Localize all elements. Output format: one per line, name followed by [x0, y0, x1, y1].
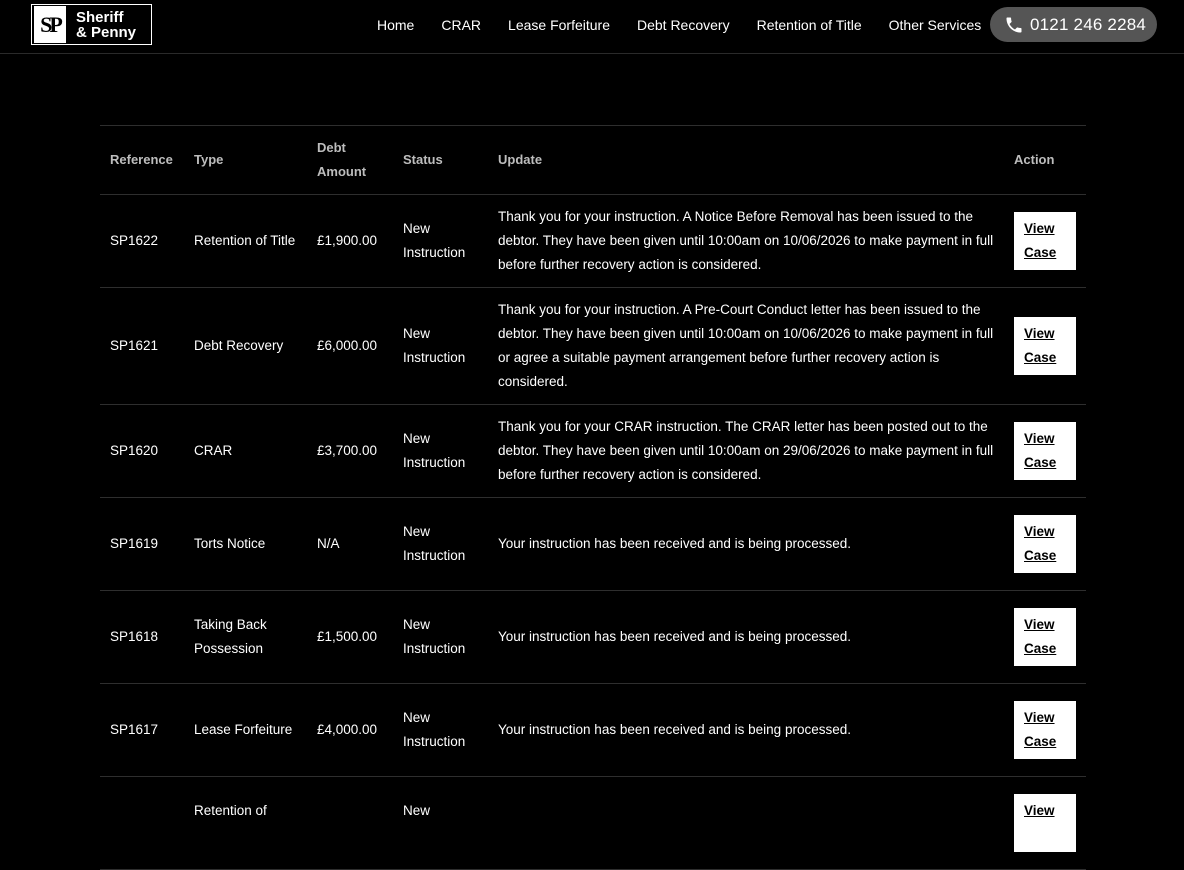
view-case-button[interactable]: View Case — [1014, 701, 1076, 759]
table-row: SP1618 Taking Back Possession £1,500.00 … — [100, 591, 1086, 684]
cell-reference — [100, 777, 184, 870]
nav-other-services[interactable]: Other Services — [889, 17, 982, 33]
logo-mark: SP — [34, 6, 66, 43]
cell-status: New Instruction — [403, 326, 466, 365]
view-case-button[interactable]: View Case — [1014, 515, 1076, 573]
table-row: SP1619 Torts Notice N/A New Instruction … — [100, 498, 1086, 591]
cell-amount: £1,500.00 — [317, 629, 378, 644]
view-case-button[interactable]: View Case — [1014, 317, 1076, 375]
cell-type: Torts Notice — [194, 536, 266, 551]
view-case-button[interactable]: View Case — [1014, 212, 1076, 270]
cell-amount: £1,900.00 — [317, 233, 378, 248]
table-row: SP1621 Debt Recovery £6,000.00 New Instr… — [100, 288, 1086, 405]
cell-status: New Instruction — [403, 431, 466, 470]
col-header-action: Action — [1014, 152, 1055, 167]
table-row: SP1622 Retention of Title £1,900.00 New … — [100, 195, 1086, 288]
cell-status: New Instruction — [403, 617, 466, 656]
table-row: SP1617 Lease Forfeiture £4,000.00 New In… — [100, 684, 1086, 777]
logo-line-1: Sheriff — [76, 8, 124, 26]
col-header-debt-amount: Debt Amount — [317, 140, 367, 179]
main-nav: Home CRAR Lease Forfeiture Debt Recovery… — [377, 0, 981, 50]
cell-type: CRAR — [194, 443, 233, 458]
phone-button[interactable]: 0121 246 2284 — [990, 7, 1157, 42]
cell-status: New — [403, 803, 431, 818]
cell-update: Your instruction has been received and i… — [498, 629, 851, 644]
table-row: Retention of New View — [100, 777, 1086, 870]
cell-status: New Instruction — [403, 221, 466, 260]
cell-status: New Instruction — [403, 710, 466, 749]
cell-amount: £3,700.00 — [317, 443, 378, 458]
cell-reference: SP1617 — [110, 722, 159, 737]
sheriff-penny-logo[interactable]: SP Sheriff & Penny — [31, 4, 152, 45]
cell-amount — [307, 777, 393, 870]
cell-reference: SP1622 — [110, 233, 159, 248]
view-case-button[interactable]: View Case — [1014, 608, 1076, 666]
col-header-update: Update — [498, 152, 543, 167]
cell-reference: SP1619 — [110, 536, 159, 551]
col-header-reference: Reference — [110, 152, 173, 167]
nav-debt-recovery[interactable]: Debt Recovery — [637, 17, 730, 33]
cell-status: New Instruction — [403, 524, 466, 563]
phone-icon — [1006, 17, 1022, 32]
cases-table-container: Reference Type Debt Amount Status Update… — [100, 125, 1086, 870]
nav-retention-of-title[interactable]: Retention of Title — [757, 17, 862, 33]
nav-home[interactable]: Home — [377, 17, 414, 33]
cell-amount: N/A — [317, 536, 340, 551]
phone-number: 0121 246 2284 — [1030, 14, 1147, 34]
table-header-row: Reference Type Debt Amount Status Update… — [100, 125, 1086, 195]
cell-update: Thank you for your instruction. A Pre-Co… — [498, 302, 994, 389]
cell-amount: £6,000.00 — [317, 338, 378, 353]
cell-type: Debt Recovery — [194, 338, 284, 353]
top-navbar: SP Sheriff & Penny Home CRAR Lease Forfe… — [0, 0, 1184, 54]
cell-reference: SP1621 — [110, 338, 159, 353]
col-header-status: Status — [403, 152, 443, 167]
cell-update — [488, 777, 1004, 870]
cell-update: Your instruction has been received and i… — [498, 722, 851, 737]
nav-crar[interactable]: CRAR — [441, 17, 481, 33]
logo-line-2: & Penny — [76, 23, 137, 41]
cell-type: Retention of — [194, 803, 267, 818]
cell-update: Thank you for your CRAR instruction. The… — [498, 419, 994, 482]
cell-type: Retention of Title — [194, 233, 296, 248]
table-row: SP1620 CRAR £3,700.00 New Instruction Th… — [100, 405, 1086, 498]
cell-type: Taking Back Possession — [194, 617, 267, 656]
cell-reference: SP1618 — [110, 629, 159, 644]
view-case-button[interactable]: View Case — [1014, 422, 1076, 480]
cell-reference: SP1620 — [110, 443, 159, 458]
view-case-button[interactable]: View — [1014, 794, 1076, 852]
cell-amount: £4,000.00 — [317, 722, 378, 737]
logo-wordmark: Sheriff & Penny — [76, 10, 136, 40]
cases-table: Reference Type Debt Amount Status Update… — [100, 125, 1086, 870]
cell-type: Lease Forfeiture — [194, 722, 293, 737]
nav-lease-forfeiture[interactable]: Lease Forfeiture — [508, 17, 610, 33]
cell-update: Your instruction has been received and i… — [498, 536, 851, 551]
cell-update: Thank you for your instruction. A Notice… — [498, 209, 994, 272]
col-header-type: Type — [194, 152, 224, 167]
